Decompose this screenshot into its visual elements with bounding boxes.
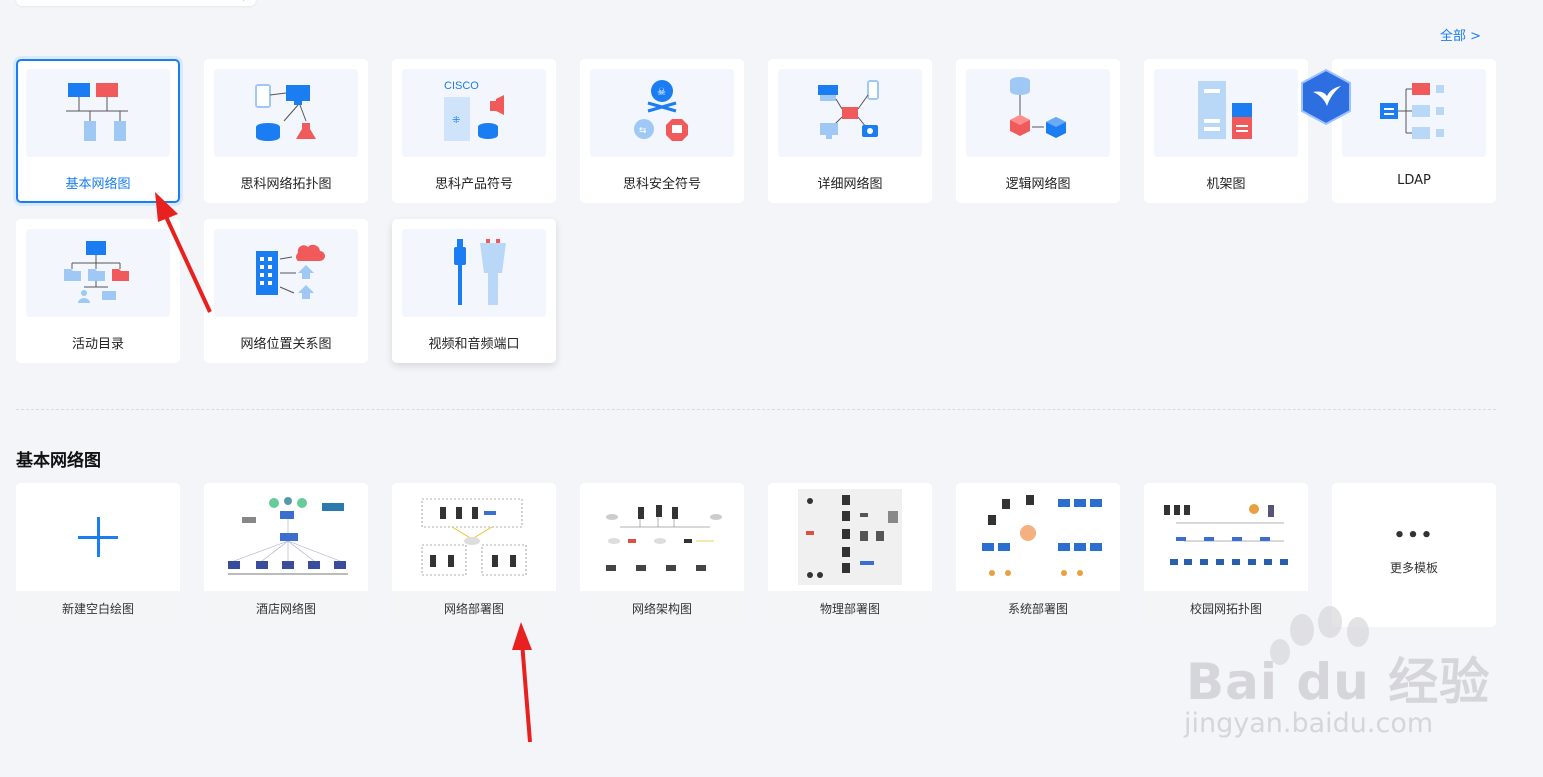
- category-label: 视频和音频端口: [428, 337, 520, 352]
- template-label: 酒店网络图: [204, 591, 368, 627]
- category-label: 详细网络图: [817, 177, 883, 192]
- category-label: 逻辑网络图: [1005, 177, 1071, 192]
- cisco-security-icon: ☠ ⇆: [590, 69, 734, 157]
- template-thumbnail: [204, 483, 368, 591]
- template-label: 网络架构图: [580, 591, 744, 627]
- category-ldap[interactable]: LDAP: [1332, 59, 1496, 203]
- template-thumbnail: [580, 483, 744, 591]
- section-title: 基本网络图: [16, 451, 101, 471]
- category-cisco-topology[interactable]: 思科网络拓扑图: [204, 59, 368, 203]
- template-thumbnail: [956, 483, 1120, 591]
- search-icon: ⌕: [243, 0, 248, 4]
- template-label: 新建空白绘图: [16, 591, 180, 627]
- category-rack[interactable]: 机架图: [1144, 59, 1308, 203]
- category-label: 网络位置关系图: [240, 337, 332, 352]
- category-label: 机架图: [1206, 177, 1246, 192]
- category-network-location[interactable]: 网络位置关系图: [204, 219, 368, 363]
- template-new-blank[interactable]: 新建空白绘图: [16, 483, 180, 627]
- basic-network-icon: [26, 69, 170, 157]
- category-cisco-security[interactable]: ☠ ⇆ 思科安全符号: [580, 59, 744, 203]
- plus-icon: [78, 517, 118, 557]
- template-physical-deploy[interactable]: 物理部署图: [768, 483, 932, 627]
- svg-text:⇆: ⇆: [639, 126, 647, 136]
- category-label: 思科网络拓扑图: [240, 177, 332, 192]
- template-label: 物理部署图: [768, 591, 932, 627]
- category-detailed-network[interactable]: 详细网络图: [768, 59, 932, 203]
- category-av-port[interactable]: 视频和音频端口: [392, 219, 556, 363]
- template-thumbnail: [1144, 483, 1308, 591]
- rack-icon: [1154, 69, 1298, 157]
- category-active-directory[interactable]: 活动目录: [16, 219, 180, 363]
- template-hotel-network[interactable]: 酒店网络图: [204, 483, 368, 627]
- watermark-brand: Bai du 经验: [1186, 653, 1491, 711]
- section-divider: [16, 409, 1496, 410]
- av-port-icon: [402, 229, 546, 317]
- category-logical-network[interactable]: 逻辑网络图: [956, 59, 1120, 203]
- svg-text:☠: ☠: [657, 87, 666, 98]
- category-basic-network[interactable]: 基本网络图: [16, 59, 180, 203]
- active-directory-icon: [26, 229, 170, 317]
- all-categories-link[interactable]: 全部 >: [1440, 25, 1481, 44]
- category-label: 活动目录: [71, 337, 124, 352]
- template-network-architecture[interactable]: 网络架构图: [580, 483, 744, 627]
- svg-text:⁜: ⁜: [452, 115, 460, 126]
- category-label: 思科安全符号: [622, 177, 701, 192]
- network-location-icon: [214, 229, 358, 317]
- cisco-topology-icon: [214, 69, 358, 157]
- logical-network-icon: [966, 69, 1110, 157]
- detailed-network-icon: [778, 69, 922, 157]
- cisco-thumb-text: CISCO: [444, 80, 479, 92]
- search-box[interactable]: ⌕: [16, 0, 256, 6]
- more-icon: •••: [1393, 525, 1435, 546]
- watermark-url: jingyan.baidu.com: [1184, 708, 1434, 739]
- template-system-deploy[interactable]: 系统部署图: [956, 483, 1120, 627]
- category-cisco-product[interactable]: CISCO ⁜ 思科产品符号: [392, 59, 556, 203]
- template-thumbnail: [768, 483, 932, 591]
- template-label: 系统部署图: [956, 591, 1120, 627]
- category-label: 基本网络图: [65, 177, 131, 192]
- template-network-deploy[interactable]: 网络部署图: [392, 483, 556, 627]
- ldap-icon: [1342, 69, 1486, 157]
- category-label: 思科产品符号: [434, 177, 513, 192]
- template-label: 网络部署图: [392, 591, 556, 627]
- template-thumbnail: [392, 483, 556, 591]
- app-logo-icon: [1301, 68, 1351, 126]
- more-templates-label: 更多模板: [1389, 561, 1438, 575]
- category-label: LDAP: [1397, 173, 1431, 188]
- cisco-product-icon: CISCO ⁜: [402, 69, 546, 157]
